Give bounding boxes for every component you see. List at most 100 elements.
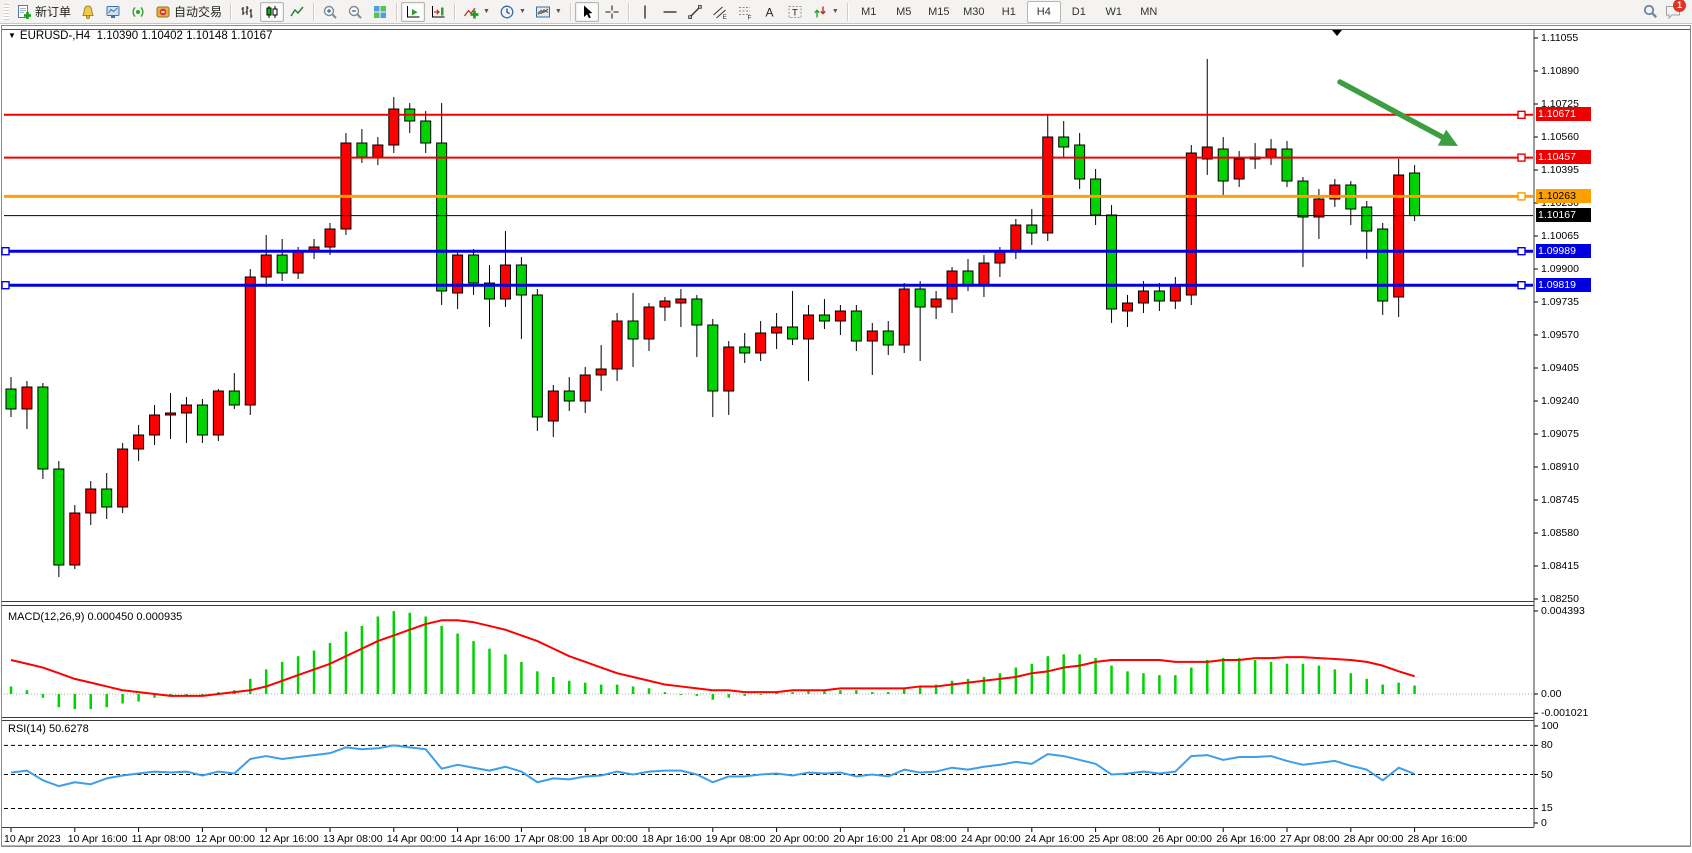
macd-bar [728, 694, 731, 698]
level-price-tag: 1.10457 [1536, 150, 1591, 164]
macd-bar [887, 692, 890, 694]
date-label: 27 Apr 08:00 [1280, 833, 1340, 845]
macd-bar [743, 694, 746, 696]
macd-bar [377, 617, 380, 694]
macd-bar [648, 688, 651, 694]
candle [102, 489, 112, 507]
rsi-value: 50.6278 [49, 723, 89, 735]
macd-bar [1031, 664, 1034, 694]
macd-bar [137, 694, 140, 702]
candle [1107, 215, 1117, 309]
candle [660, 301, 670, 307]
date-label: 24 Apr 00:00 [961, 833, 1021, 845]
macd-bar [1015, 668, 1018, 694]
macd-bar [281, 662, 284, 694]
macd-bar [568, 681, 571, 694]
chart-title: ▼EURUSD-,H4 1.10390 1.10402 1.10148 1.10… [8, 30, 272, 42]
level-handle [1518, 248, 1525, 255]
price-tick-label: 1.09075 [1541, 428, 1579, 440]
macd-bar [456, 634, 459, 694]
macd-bar [967, 679, 970, 694]
macd-bar [1062, 654, 1065, 694]
trend-arrow [1340, 82, 1444, 138]
macd-bar [424, 617, 427, 694]
level-handle [2, 248, 9, 255]
date-label: 20 Apr 16:00 [833, 833, 893, 845]
macd-bar [440, 626, 443, 694]
candle [1314, 199, 1324, 217]
date-label: 13 Apr 08:00 [323, 833, 383, 845]
macd-bar [839, 690, 842, 694]
date-label: 25 Apr 08:00 [1089, 833, 1149, 845]
macd-bar [664, 692, 667, 694]
macd-bar [1397, 683, 1400, 694]
price-tick-label: 1.09570 [1541, 329, 1579, 341]
candle [1075, 145, 1085, 179]
candle [166, 413, 176, 415]
macd-bar [90, 694, 93, 709]
chart-window: ▼EURUSD-,H4 1.10390 1.10402 1.10148 1.10… [0, 24, 1692, 853]
candle [883, 331, 893, 345]
candle [1282, 149, 1292, 181]
candle [1186, 153, 1196, 295]
price-tick-label: 1.08250 [1541, 593, 1579, 605]
macd-bar [58, 694, 61, 707]
candle [229, 391, 239, 405]
macd-bar [249, 679, 252, 694]
price-tick-label: 1.09900 [1541, 263, 1579, 275]
rsi-tick-label: 15 [1541, 802, 1553, 814]
date-label: 11 Apr 08:00 [132, 833, 191, 845]
macd-bar [536, 671, 539, 694]
macd-bar [1222, 658, 1225, 694]
candle [437, 143, 447, 291]
candle [564, 391, 574, 401]
macd-bar [265, 669, 268, 694]
price-tick-label: 1.10890 [1541, 65, 1579, 77]
candle [373, 145, 383, 157]
macd-bar [584, 683, 587, 694]
candle [453, 255, 463, 293]
price-tick-label: 1.09240 [1541, 395, 1579, 407]
rsi-tick-label: 100 [1541, 720, 1559, 732]
candle [692, 299, 702, 325]
candle [1170, 285, 1180, 301]
macd-bar [1302, 664, 1305, 694]
candle [835, 311, 845, 321]
candle [22, 387, 32, 409]
candle [644, 307, 654, 339]
date-label: 24 Apr 16:00 [1025, 833, 1085, 845]
macd-bar [696, 694, 699, 696]
macd-bar [1158, 675, 1161, 694]
candle [596, 369, 606, 375]
candle [628, 321, 638, 339]
price-tick-label: 1.09405 [1541, 362, 1579, 374]
candle [134, 435, 144, 449]
date-label: 28 Apr 16:00 [1408, 833, 1468, 845]
date-label: 26 Apr 00:00 [1152, 833, 1212, 845]
level-price-tag: 1.10263 [1536, 189, 1591, 203]
rsi-tick-label: 50 [1541, 769, 1553, 781]
candle [500, 265, 510, 299]
level-price-tag: 1.09989 [1536, 244, 1591, 258]
macd-signal-line [11, 620, 1415, 696]
macd-bar [1270, 662, 1273, 694]
macd-bar [1381, 685, 1384, 694]
chart-canvas[interactable] [0, 0, 1692, 853]
candle [867, 331, 877, 341]
candle [38, 387, 48, 469]
macd-bar [1142, 673, 1145, 694]
macd-bar [1190, 668, 1193, 694]
macd-bar [680, 694, 683, 695]
candle [1394, 175, 1404, 297]
macd-bar [759, 694, 762, 695]
candle [325, 229, 335, 247]
date-label: 20 Apr 00:00 [770, 833, 830, 845]
macd-bar [26, 690, 29, 694]
macd-bar [121, 694, 124, 703]
macd-bar [313, 651, 316, 694]
macd-bar [472, 641, 475, 694]
candle [1043, 137, 1053, 233]
candle [979, 263, 989, 285]
symbol-dropdown-icon[interactable]: ▼ [8, 31, 16, 40]
price-tick-label: 1.10395 [1541, 164, 1579, 176]
